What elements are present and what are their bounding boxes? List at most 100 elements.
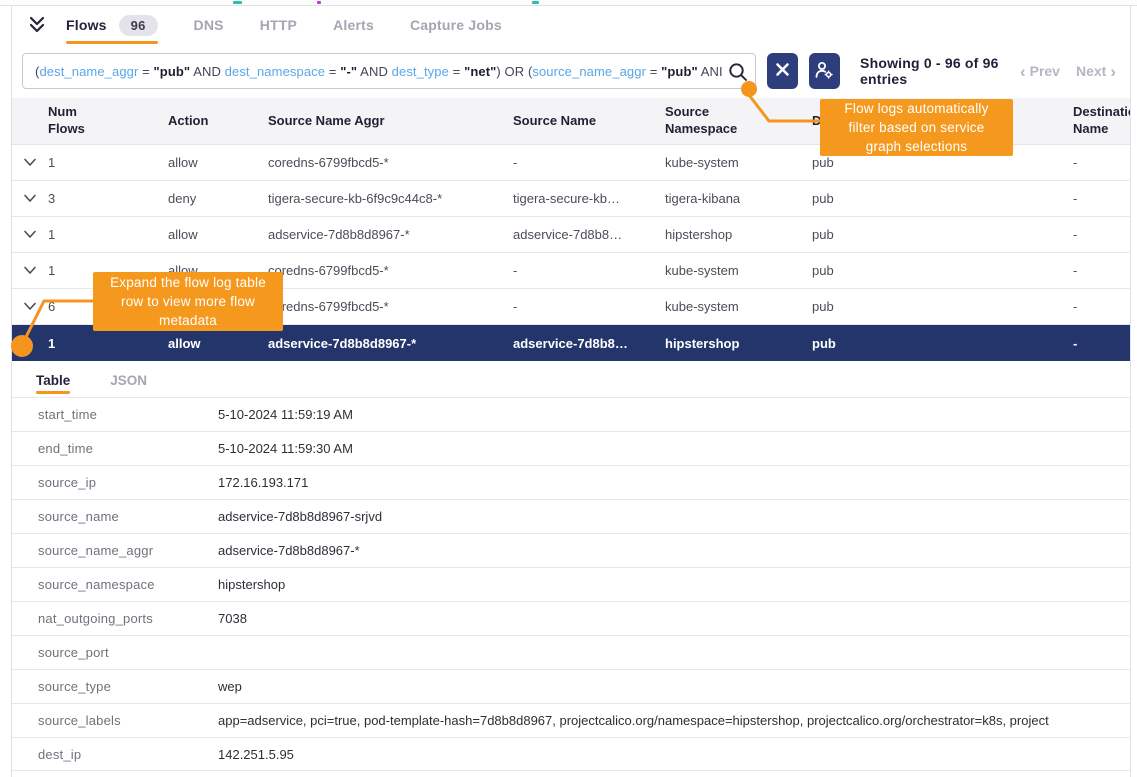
detail-key: start_time bbox=[38, 407, 218, 422]
tab-json[interactable]: JSON bbox=[110, 373, 147, 397]
tooltip-filter-note: Flow logs automaticallyfilter based on s… bbox=[820, 99, 1013, 156]
column-header-label: Num Flows bbox=[48, 104, 92, 138]
row-detail-tabs: Table JSON bbox=[12, 361, 1130, 397]
detail-key: nat_outgoing_ports bbox=[38, 611, 218, 626]
cell-num-flows: 1 bbox=[48, 227, 168, 242]
next-page-button[interactable]: Next› bbox=[1076, 63, 1116, 80]
column-header-label: Source Namespace bbox=[665, 104, 751, 138]
x-icon bbox=[775, 62, 790, 80]
filter-query-text: (dest_name_aggr = "pub" AND dest_namespa… bbox=[35, 64, 723, 79]
tooltip-line: graph selections bbox=[828, 137, 1005, 156]
cell-source-name-aggr: tigera-secure-kb-6f9c9c44c8-* bbox=[268, 191, 513, 206]
column-header-destination-name: Destination Name bbox=[1073, 104, 1130, 138]
chevron-down-icon[interactable] bbox=[12, 230, 48, 239]
tab-alerts[interactable]: Alerts bbox=[333, 6, 374, 44]
cell-source-name: tigera-secure-kb… bbox=[513, 191, 665, 206]
chevron-down-icon[interactable] bbox=[12, 302, 48, 311]
cell-num-flows: 3 bbox=[48, 191, 168, 206]
cell-num-flows: 1 bbox=[48, 336, 168, 351]
detail-key: source_ip bbox=[38, 475, 218, 490]
detail-row: dest_ip142.251.5.95 bbox=[12, 737, 1130, 771]
cell-action: allow bbox=[168, 336, 268, 351]
chevron-down-icon[interactable] bbox=[12, 266, 48, 275]
query-segment: dest_name_aggr bbox=[39, 64, 138, 79]
cell-source-namespace: kube-system bbox=[665, 299, 812, 314]
tab-label: HTTP bbox=[260, 17, 297, 33]
detail-row: source_ip172.16.193.171 bbox=[12, 465, 1130, 499]
detail-row: source_labelsapp=adservice, pci=true, po… bbox=[12, 703, 1130, 737]
cell-dest-name-aggr: pub bbox=[812, 336, 1073, 351]
detail-row: source_name_aggradservice-7d8b8d8967-* bbox=[12, 533, 1130, 567]
tab-table[interactable]: Table bbox=[36, 373, 70, 397]
graph-fragment bbox=[317, 1, 321, 4]
query-segment: dest_namespace bbox=[225, 64, 325, 79]
cell-destination-name: - bbox=[1073, 299, 1130, 314]
cell-destination-name: - bbox=[1073, 336, 1130, 351]
chevron-down-icon[interactable] bbox=[12, 194, 48, 203]
detail-row: source_typewep bbox=[12, 669, 1130, 703]
column-header-label: Destination Name bbox=[1073, 104, 1130, 138]
tab-http[interactable]: HTTP bbox=[260, 6, 297, 44]
column-header-label: Source Name bbox=[513, 113, 596, 130]
detail-key: source_type bbox=[38, 679, 218, 694]
tooltip-line: metadata bbox=[101, 311, 275, 330]
graph-fragment bbox=[532, 1, 539, 4]
clear-filter-button[interactable] bbox=[767, 53, 798, 89]
cell-source-name-aggr: adservice-7d8b8d8967-* bbox=[268, 227, 513, 242]
cell-num-flows: 1 bbox=[48, 155, 168, 170]
chevron-down-icon[interactable] bbox=[12, 158, 48, 167]
double-chevron-down-icon[interactable] bbox=[24, 13, 50, 37]
cell-destination-name: - bbox=[1073, 191, 1130, 206]
cell-dest-name-aggr: pub bbox=[812, 299, 1073, 314]
detail-key: source_labels bbox=[38, 713, 218, 728]
query-segment: AND bbox=[357, 64, 391, 79]
flow-table-row[interactable]: 3denytigera-secure-kb-6f9c9c44c8-*tigera… bbox=[12, 181, 1130, 217]
detail-key: end_time bbox=[38, 441, 218, 456]
pagination: ‹Prev Next› bbox=[1020, 63, 1120, 80]
cell-action: allow bbox=[168, 227, 268, 242]
flow-table-row[interactable]: 1allowadservice-7d8b8d8967-*adservice-7d… bbox=[12, 217, 1130, 253]
column-header-action: Action bbox=[168, 113, 268, 130]
detail-row: source_nameadservice-7d8b8d8967-srjvd bbox=[12, 499, 1130, 533]
log-type-tabbar: Flows96 DNS HTTP Alerts Capture Jobs bbox=[12, 6, 1130, 44]
cell-destination-name: - bbox=[1073, 227, 1130, 242]
cell-dest-name-aggr: pub bbox=[812, 227, 1073, 242]
tooltip-line: filter based on service bbox=[828, 118, 1005, 137]
detail-value: adservice-7d8b8d8967-* bbox=[218, 543, 1130, 558]
cell-source-namespace: hipstershop bbox=[665, 227, 812, 242]
column-header-source-namespace: Source Namespace bbox=[665, 104, 812, 138]
column-header-label: Action bbox=[168, 113, 208, 130]
detail-value: wep bbox=[218, 679, 1130, 694]
user-settings-button[interactable] bbox=[809, 53, 840, 89]
query-segment: source_name_aggr bbox=[532, 64, 646, 79]
tab-label: Flows bbox=[66, 17, 107, 33]
detail-row: nat_outgoing_ports7038 bbox=[12, 601, 1130, 635]
tab-flows[interactable]: Flows96 bbox=[66, 6, 158, 44]
cell-source-namespace: kube-system bbox=[665, 155, 812, 170]
cell-source-name-aggr: coredns-6799fbcd5-* bbox=[268, 299, 513, 314]
cell-source-namespace: tigera-kibana bbox=[665, 191, 812, 206]
detail-value: app=adservice, pci=true, pod-template-ha… bbox=[218, 713, 1130, 728]
prev-page-button[interactable]: ‹Prev bbox=[1020, 63, 1060, 80]
query-segment: = bbox=[138, 64, 153, 79]
query-segment: AND bbox=[190, 64, 224, 79]
tooltip-expand-note: Expand the flow log tablerow to view mor… bbox=[93, 272, 283, 331]
tab-dns[interactable]: DNS bbox=[194, 6, 224, 44]
column-header-num-flows: Num Flows bbox=[48, 104, 168, 138]
detail-value: adservice-7d8b8d8967-srjvd bbox=[218, 509, 1130, 524]
row-detail-table: start_time5-10-2024 11:59:19 AM end_time5… bbox=[12, 397, 1130, 771]
filter-query-input[interactable]: (dest_name_aggr = "pub" AND dest_namespa… bbox=[22, 53, 756, 89]
cell-dest-name-aggr: pub bbox=[812, 155, 1073, 170]
cell-dest-name-aggr: pub bbox=[812, 263, 1073, 278]
detail-value: 5-10-2024 11:59:19 AM bbox=[218, 407, 1130, 422]
tab-label: DNS bbox=[194, 17, 224, 33]
search-icon[interactable] bbox=[726, 60, 750, 87]
detail-key: dest_ip bbox=[38, 747, 218, 762]
detail-value: 142.251.5.95 bbox=[218, 747, 1130, 762]
tab-capture-jobs[interactable]: Capture Jobs bbox=[410, 6, 502, 44]
detail-value: 5-10-2024 11:59:30 AM bbox=[218, 441, 1130, 456]
tooltip-line: row to view more flow bbox=[101, 292, 275, 311]
filter-bar: (dest_name_aggr = "pub" AND dest_namespa… bbox=[12, 44, 1130, 98]
query-segment: ) OR ( bbox=[496, 64, 532, 79]
user-gear-icon bbox=[814, 60, 834, 83]
